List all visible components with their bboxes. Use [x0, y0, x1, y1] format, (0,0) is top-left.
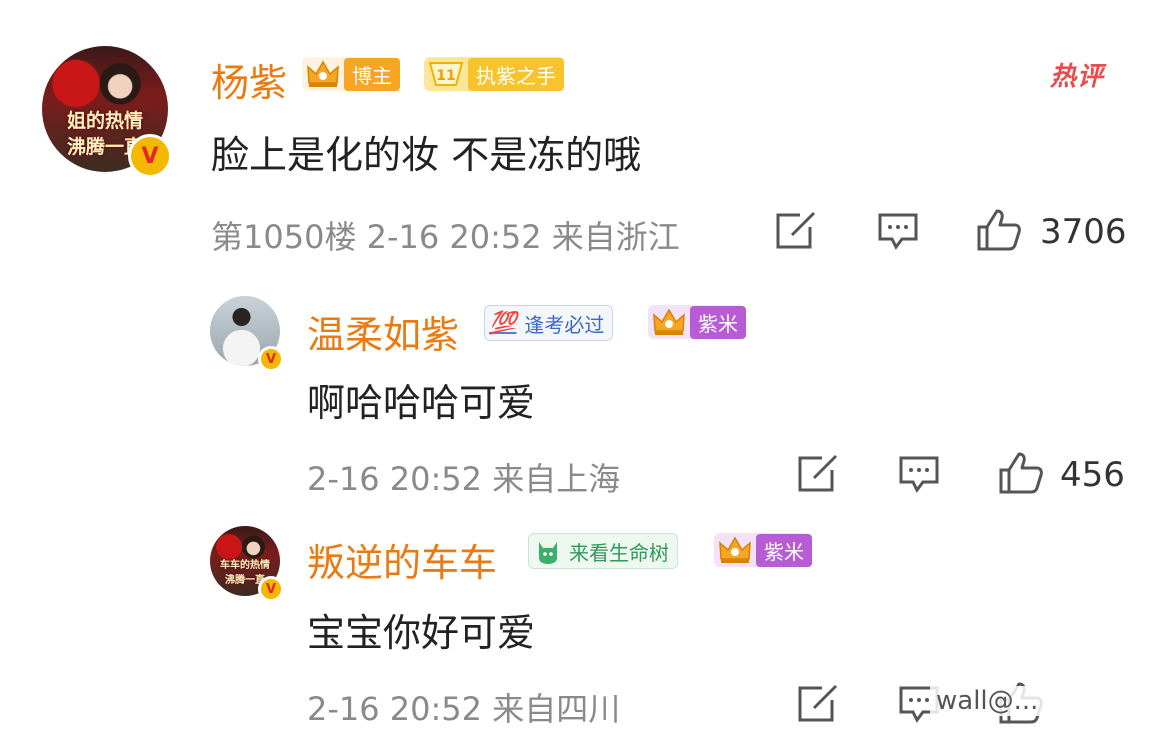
verified-badge-icon: V [128, 134, 172, 178]
verified-badge-icon: V [258, 346, 284, 372]
watermark: wall@... [930, 686, 1045, 716]
verified-badge-icon: V [258, 576, 284, 602]
badge-blogger[interactable]: 博主 [302, 57, 400, 91]
comment-text: 脸上是化的妆 不是冻的哦 [211, 133, 642, 177]
badge-exam-pass[interactable]: 💯 逢考必过 [484, 305, 614, 341]
like-count: 456 [1060, 455, 1125, 495]
comment-text: 啊哈哈哈可爱 [307, 381, 536, 425]
reply-item: V 温柔如紫 💯 逢考必过 紫米 啊哈哈哈可爱 2-16 20:52 来自上海 … [0, 280, 1170, 510]
like-count: 3706 [1040, 212, 1127, 252]
reply-item: 车车的热情 沸腾一直 V 叛逆的车车 来看生命树 紫米 宝宝你好可爱 2-16 … [0, 510, 1170, 747]
100-points-icon: 💯 [489, 310, 517, 336]
badge-fan-level[interactable]: 11 执紫之手 [424, 57, 564, 91]
badge-fan-club[interactable]: 紫米 [714, 533, 812, 567]
like-icon[interactable] [997, 450, 1045, 496]
like-icon[interactable] [975, 207, 1023, 253]
comment-text: 宝宝你好可爱 [307, 611, 536, 655]
share-icon[interactable] [796, 684, 840, 724]
crown-icon [652, 307, 686, 337]
username[interactable]: 叛逆的车车 [307, 532, 497, 587]
username[interactable]: 杨紫 [211, 52, 287, 107]
comment-icon[interactable] [876, 211, 920, 251]
comment-meta: 2-16 20:52 来自上海 [307, 460, 621, 498]
comment-item: 姐的热情 沸腾一直 V 杨紫 博主 11 执紫之手 脸上是化的妆 不是冻的哦 第… [0, 0, 1170, 270]
avatar-caption: 姐的热情 [66, 110, 143, 132]
crown-icon [718, 535, 752, 565]
comment-meta: 第1050楼 2-16 20:52 来自浙江 [211, 218, 680, 256]
avatar-caption: 车车的热情 [220, 560, 270, 571]
username[interactable]: 温柔如紫 [307, 304, 459, 359]
comment-meta: 2-16 20:52 来自四川 [307, 690, 621, 728]
svg-text:11: 11 [436, 68, 455, 84]
share-icon[interactable] [774, 211, 818, 251]
level-11-diamond-icon: 11 [426, 59, 466, 89]
share-icon[interactable] [796, 454, 840, 494]
green-cat-icon [533, 536, 563, 566]
comment-icon[interactable] [897, 454, 941, 494]
badge-fan-club[interactable]: 紫米 [648, 305, 746, 339]
badge-life-tree[interactable]: 来看生命树 [528, 533, 678, 569]
crown-icon [306, 59, 340, 89]
